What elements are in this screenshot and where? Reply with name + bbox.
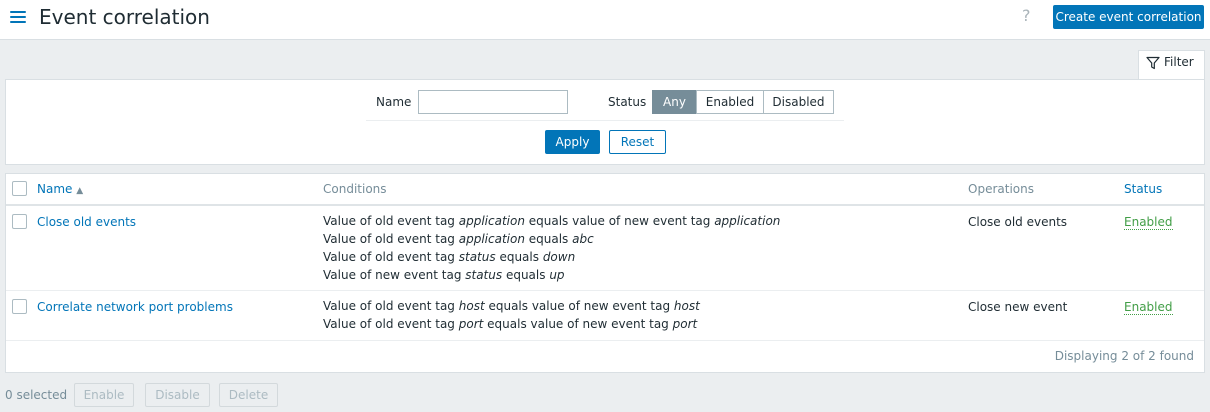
column-header-status[interactable]: Status <box>1124 182 1162 196</box>
status-filter-label: Status <box>608 95 647 109</box>
disable-button[interactable]: Disable <box>145 383 210 407</box>
condition-line: Value of new event tag status equals up <box>323 268 565 282</box>
displaying-count: Displaying 2 of 2 found <box>1054 349 1194 363</box>
page-title: Event correlation <box>39 5 210 29</box>
correlation-name-link[interactable]: Close old events <box>37 215 136 229</box>
condition-line: Value of old event tag application equal… <box>323 232 594 246</box>
page-header: Event correlation ? Create event correla… <box>0 0 1210 40</box>
operation-text: Close old events <box>968 215 1068 229</box>
filter-tab-label: Filter <box>1164 55 1194 69</box>
filter-panel: Name Status Any Enabled Disabled Apply R… <box>5 79 1205 165</box>
status-any-option[interactable]: Any <box>652 90 697 114</box>
filter-icon <box>1146 56 1160 69</box>
condition-line: Value of old event tag status equals dow… <box>323 250 576 264</box>
condition-line: Value of old event tag port equals value… <box>323 317 698 331</box>
select-all-checkbox[interactable] <box>12 181 27 196</box>
operation-text: Close new event <box>968 300 1068 314</box>
delete-button[interactable]: Delete <box>219 383 278 407</box>
correlation-name-link[interactable]: Correlate network port problems <box>37 300 233 314</box>
status-enabled-option[interactable]: Enabled <box>696 90 764 114</box>
hamburger-menu-icon[interactable] <box>10 11 26 25</box>
column-header-name[interactable]: Name ▲ <box>37 182 83 196</box>
enable-button[interactable]: Enable <box>74 383 134 407</box>
status-disabled-option[interactable]: Disabled <box>763 90 834 114</box>
correlation-table: Name ▲ Conditions Operations Status Clos… <box>5 173 1205 373</box>
condition-line: Value of old event tag host equals value… <box>323 299 700 313</box>
reset-button[interactable]: Reset <box>609 130 666 154</box>
name-filter-input[interactable] <box>418 90 568 114</box>
apply-button[interactable]: Apply <box>545 130 600 154</box>
selected-count: 0 selected <box>5 388 68 402</box>
condition-line: Value of old event tag application equal… <box>323 214 781 228</box>
row-checkbox[interactable] <box>12 214 27 229</box>
row-divider <box>6 340 1204 341</box>
filter-divider <box>366 120 844 121</box>
help-icon[interactable]: ? <box>1022 6 1031 25</box>
column-header-name-label: Name <box>37 182 73 196</box>
status-toggle[interactable]: Enabled <box>1124 215 1173 230</box>
filter-tab[interactable]: Filter <box>1138 50 1205 80</box>
table-header-divider <box>6 204 1204 206</box>
column-header-conditions: Conditions <box>323 182 387 196</box>
name-filter-label: Name <box>376 95 412 109</box>
sort-ascending-icon: ▲ <box>76 186 84 196</box>
column-header-operations: Operations <box>968 182 1034 196</box>
row-checkbox[interactable] <box>12 299 27 314</box>
row-divider <box>6 290 1204 291</box>
status-toggle[interactable]: Enabled <box>1124 300 1173 315</box>
create-event-correlation-button[interactable]: Create event correlation <box>1053 5 1204 29</box>
